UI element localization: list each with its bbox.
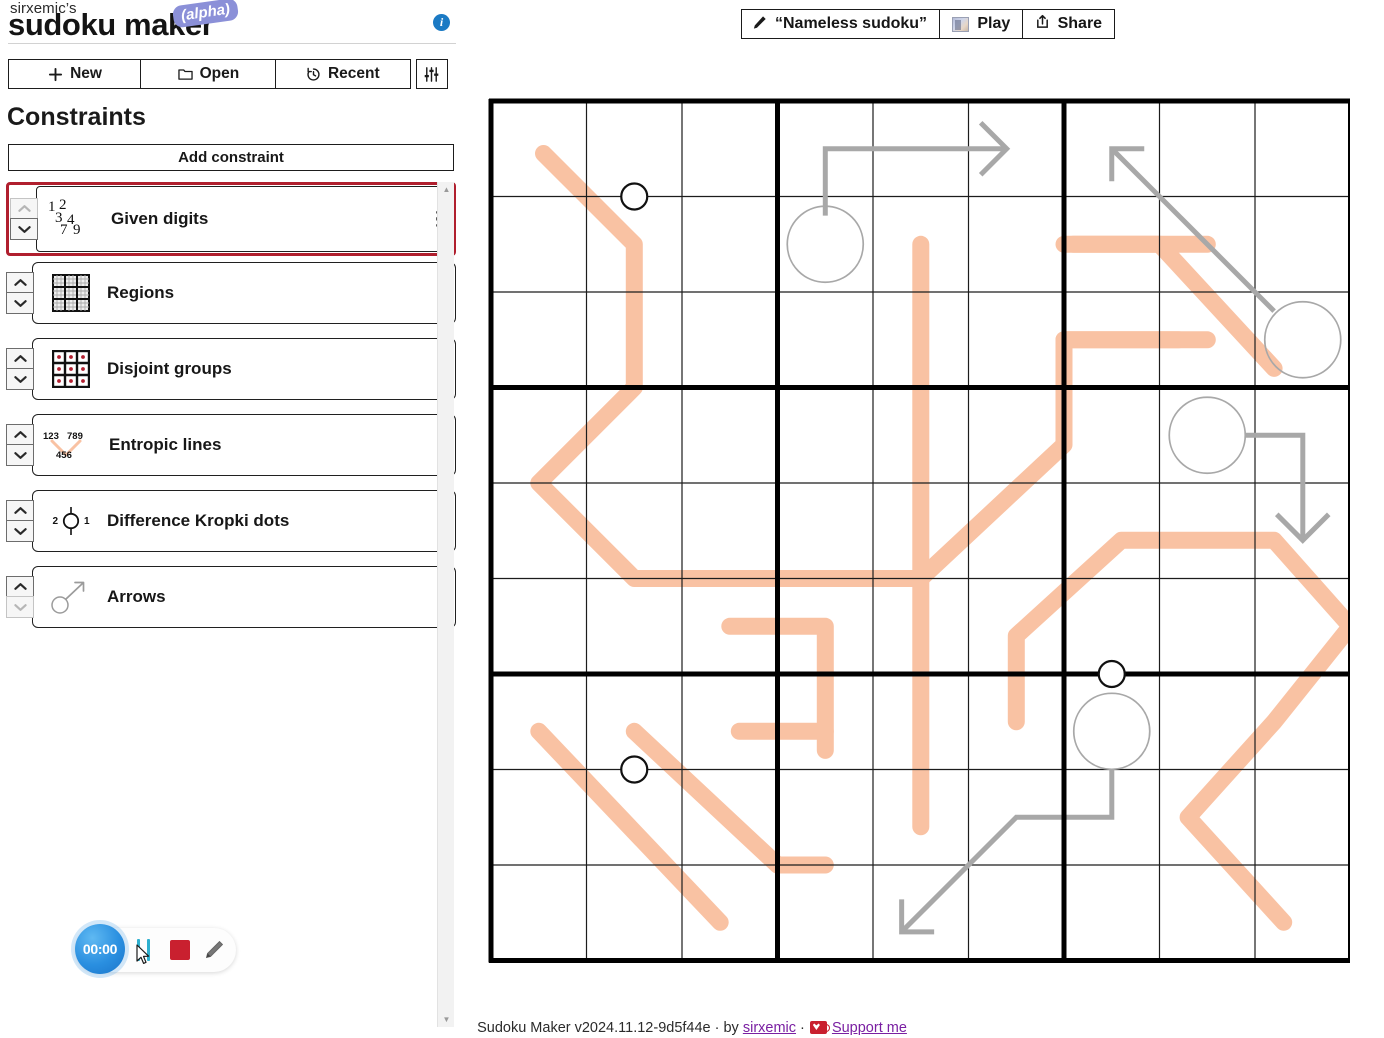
move-up-button[interactable] [6, 499, 34, 522]
pencil-icon[interactable] [202, 938, 226, 962]
share-label: Share [1057, 15, 1103, 32]
entropic-thumb-bottom: 456 [56, 450, 72, 461]
sudoku-maker-app: sirxemic’s sudoku maker (alpha) i New Op… [0, 0, 1384, 1038]
regions-grid-icon [41, 270, 101, 316]
share-icon [1035, 14, 1050, 34]
reorder-controls [6, 262, 34, 324]
footer-separator: · [796, 1020, 809, 1036]
share-button[interactable]: Share [1021, 9, 1116, 39]
header-divider [8, 43, 456, 44]
puzzle-title-text: “Nameless sudoku” [775, 15, 928, 32]
reorder-controls [6, 566, 34, 628]
move-up-button[interactable] [10, 197, 38, 220]
app-branding: sirxemic’s sudoku maker (alpha) i [0, 0, 462, 44]
kropki-r1c2r1c3-top-left [620, 182, 649, 211]
left-panel: sirxemic’s sudoku maker (alpha) i New Op… [0, 0, 462, 1038]
constraint-label: Difference Kropki dots [107, 511, 290, 530]
play-button[interactable]: Play [939, 9, 1024, 39]
constraint-row-entropic-lines[interactable]: 123 789 456 Entropic lines [6, 414, 456, 476]
move-up-button[interactable] [6, 423, 34, 446]
author-link[interactable]: sirxemic [743, 1020, 796, 1036]
page-title: Constraints [7, 103, 146, 131]
constraint-list: 1 2 3 4 7 9 Given digits Regions Disjoin… [6, 182, 456, 1027]
pencil-edit-icon [753, 15, 767, 34]
entropic-thumb-right: 789 [67, 431, 83, 442]
footer: Sudoku Maker v2024.11.12-9d5f44e · by si… [0, 1020, 1384, 1036]
move-down-button[interactable] [6, 368, 34, 391]
arrow-constraint-icon [41, 574, 101, 620]
reorder-controls [6, 414, 34, 476]
reorder-controls [10, 186, 38, 252]
move-down-button[interactable] [6, 444, 34, 467]
constraint-row-kropki-dots[interactable]: 2 1 Difference Kropki dots [6, 490, 456, 552]
kropki-r7c2-bottom-left [620, 755, 649, 784]
thumb-digit: 9 [73, 222, 81, 238]
kropki-thumb-left: 2 [52, 515, 58, 527]
sudoku-board[interactable] [488, 98, 1350, 966]
recent-button[interactable]: Recent [274, 59, 411, 89]
add-constraint-button[interactable]: Add constraint [8, 144, 454, 171]
constraint-label: Regions [107, 283, 175, 302]
kropki-thumb-right: 1 [84, 515, 90, 527]
main-toolbar: New Open Recent [8, 59, 448, 89]
recent-label: Recent [327, 65, 380, 82]
entropic-thumb-left: 123 [43, 431, 59, 442]
move-up-button[interactable] [6, 347, 34, 370]
play-label: Play [977, 15, 1011, 32]
open-label: Open [199, 65, 240, 82]
reorder-controls [6, 338, 34, 400]
constraint-row-disjoint-groups[interactable]: Disjoint groups [6, 338, 456, 400]
new-button[interactable]: New [8, 59, 142, 89]
open-button[interactable]: Open [140, 59, 277, 89]
new-label: New [70, 65, 102, 82]
sudoku-grid-svg[interactable] [488, 98, 1350, 966]
constraint-label: Entropic lines [109, 435, 222, 454]
clock-history-icon [306, 67, 321, 82]
constraint-label: Disjoint groups [107, 359, 232, 378]
disjoint-groups-icon [41, 346, 101, 392]
footer-version-text: Sudoku Maker v2024.11.12-9d5f44e · by [477, 1020, 743, 1036]
kropki-dot-icon: 2 1 [41, 498, 101, 544]
constraint-label: Given digits [111, 209, 209, 228]
timer-display[interactable]: 00:00 [75, 924, 125, 974]
constraint-body[interactable]: 2 1 Difference Kropki dots [32, 490, 456, 552]
move-down-button[interactable] [6, 520, 34, 543]
constraint-row-arrows[interactable]: Arrows [6, 566, 456, 628]
constraint-body[interactable]: Regions [32, 262, 456, 324]
constraint-body[interactable]: Disjoint groups [32, 338, 456, 400]
timer-toolbar: 00:00 [75, 924, 236, 974]
pause-icon[interactable] [134, 939, 154, 961]
entropic-lines-icon: 123 789 456 [41, 422, 103, 468]
move-down-button[interactable] [10, 218, 38, 241]
folder-icon [177, 67, 193, 81]
move-up-button[interactable] [6, 575, 34, 598]
play-thumbnail-icon [952, 16, 970, 32]
reorder-controls [6, 490, 34, 552]
info-icon[interactable]: i [433, 14, 450, 31]
move-down-button[interactable] [6, 292, 34, 315]
coffee-heart-icon [809, 1021, 830, 1034]
move-down-button[interactable] [6, 596, 34, 619]
settings-button[interactable] [415, 59, 448, 89]
constraint-body[interactable]: Arrows [32, 566, 456, 628]
scroll-up-arrow[interactable]: ▲ [438, 182, 455, 197]
support-link[interactable]: Support me [832, 1020, 907, 1036]
sliders-icon [423, 66, 440, 83]
plus-icon [48, 67, 63, 82]
thumb-digit: 7 [60, 222, 68, 238]
puzzle-topbar: “Nameless sudoku” Play Share [741, 9, 1116, 39]
given-digits-icon: 1 2 3 4 7 9 [45, 196, 105, 242]
puzzle-title-button[interactable]: “Nameless sudoku” [741, 9, 942, 39]
constraint-list-scrollbar[interactable]: ▲ ▼ [437, 182, 454, 1027]
constraint-row-regions[interactable]: Regions [6, 262, 456, 324]
constraint-label: Arrows [107, 587, 166, 606]
constraint-body[interactable]: 1 2 3 4 7 9 Given digits [36, 186, 452, 252]
stop-square-icon[interactable] [170, 940, 190, 960]
kropki-r7c7-bottom-middle [1097, 659, 1126, 689]
add-constraint-label: Add constraint [178, 149, 284, 166]
constraint-body[interactable]: 123 789 456 Entropic lines [32, 414, 456, 476]
move-up-button[interactable] [6, 271, 34, 294]
constraint-row-given-digits[interactable]: 1 2 3 4 7 9 Given digits [6, 182, 456, 256]
